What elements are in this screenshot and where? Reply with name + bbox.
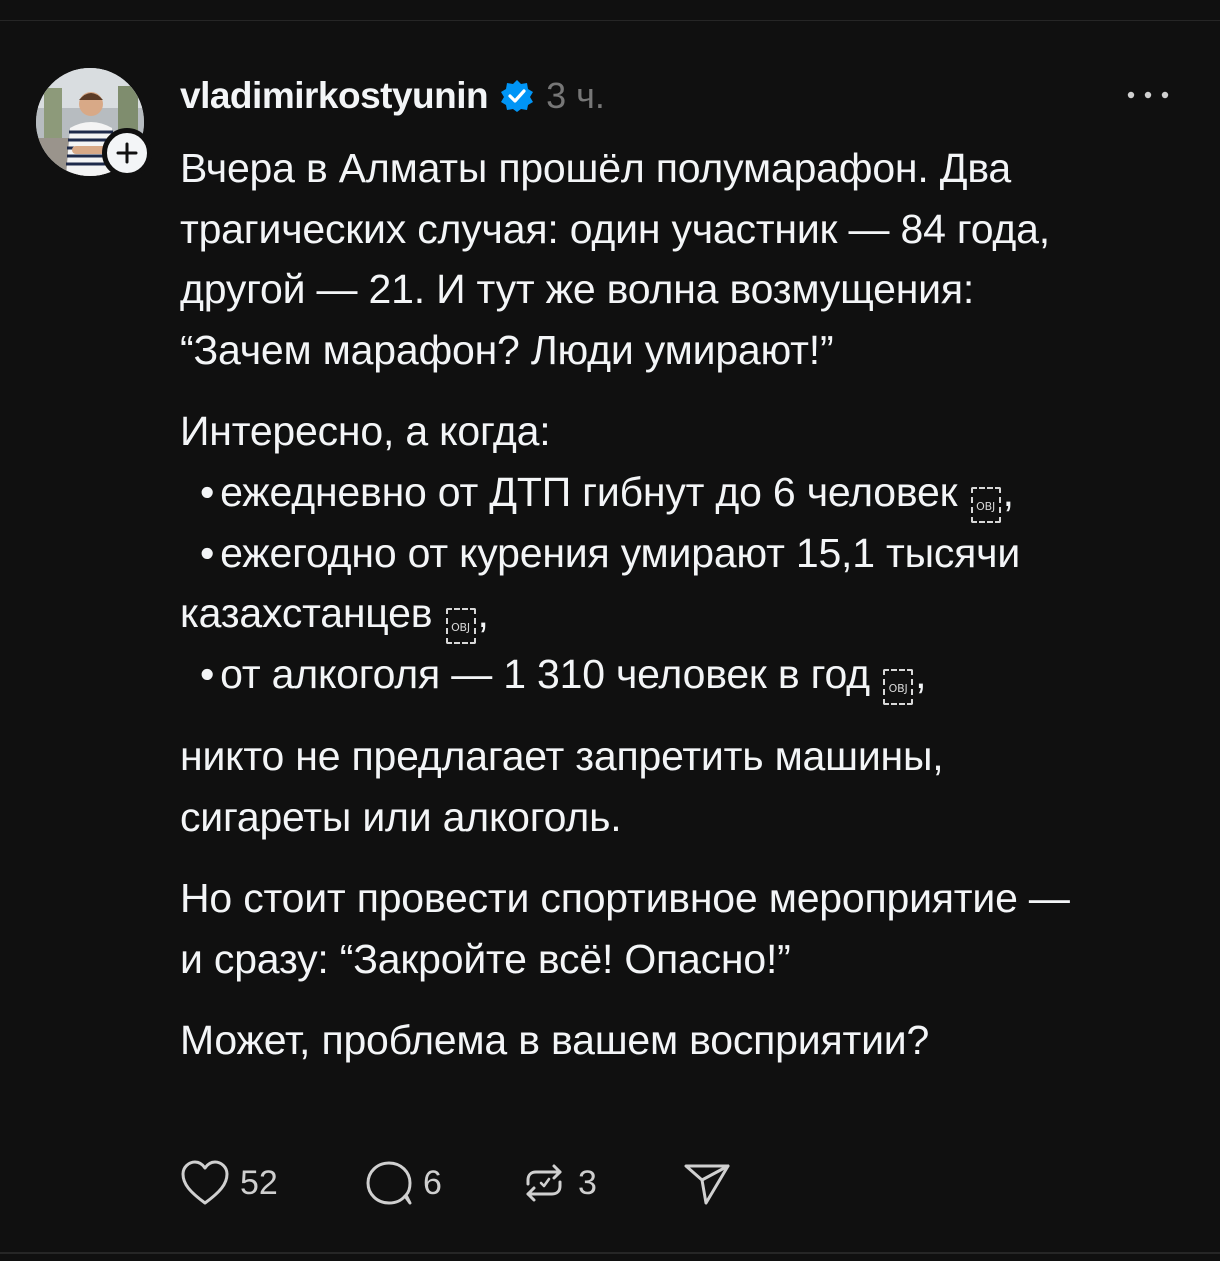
comment-bubble-icon <box>366 1161 412 1205</box>
top-divider <box>0 20 1220 21</box>
post-time: 3 ч. <box>546 75 605 116</box>
text-line: трагических случая: один участник — 84 г… <box>180 205 1050 252</box>
like-button[interactable]: 52 <box>180 1160 365 1206</box>
bullet-item: • от алкоголя — 1 310 человек в год OBJ, <box>180 644 1190 705</box>
paragraph-4: Но стоит провести спортивное мероприятие… <box>180 868 1190 989</box>
avatar-container[interactable] <box>36 68 152 178</box>
comma: , <box>1002 468 1014 515</box>
text-line: другой — 21. И тут же волна возмущения: <box>180 266 975 312</box>
text-line: “Зачем марафон? Люди умирают!” <box>180 326 834 373</box>
comma: , <box>915 651 927 697</box>
bullet-text: от алкоголя — 1 310 человек в год <box>220 651 870 697</box>
action-bar: 52 6 3 <box>180 1158 732 1208</box>
bullet-item: • ежегодно от курения умирают 15,1 тысячи <box>180 523 1190 584</box>
repost-count: 3 <box>578 1163 597 1202</box>
text-line: Вчера в Алматы прошёл полумарафон. Два <box>180 145 1012 191</box>
heart-icon <box>181 1160 229 1205</box>
paragraph-1: Вчера в Алматы прошёл полумарафон. Два т… <box>180 138 1190 380</box>
more-dots-icon <box>1127 91 1169 99</box>
missing-emoji-icon: OBJ <box>445 608 476 644</box>
bullet-dot: • <box>200 529 215 576</box>
reply-count: 6 <box>423 1163 442 1202</box>
paragraph-3: никто не предлагает запретить машины, си… <box>180 726 1190 847</box>
plus-icon <box>116 142 138 164</box>
bullet-dot: • <box>200 651 215 697</box>
repost-icon <box>526 1164 562 1202</box>
missing-emoji-icon: OBJ <box>883 669 914 705</box>
text-line: Может, проблема в вашем восприятии? <box>180 1017 930 1063</box>
more-options-button[interactable] <box>1124 80 1172 110</box>
post-body: Вчера в Алматы прошёл полумарафон. Два т… <box>180 138 1190 1071</box>
bullet-dot: • <box>200 468 215 515</box>
bullet-text: ежедневно от ДТП гибнут до 6 человек <box>220 468 958 515</box>
follow-button[interactable] <box>102 128 152 178</box>
username[interactable]: vladimirkostyunin <box>180 75 489 117</box>
send-icon <box>684 1164 730 1205</box>
text-line: казахстанцев OBJ, <box>180 583 1190 644</box>
paragraph-2: Интересно, а когда: • ежедневно от ДТП ги… <box>180 401 1190 705</box>
verified-badge-icon <box>500 79 534 113</box>
missing-emoji-icon: OBJ <box>970 486 1001 523</box>
reply-button[interactable]: 6 <box>365 1160 520 1206</box>
text-line: никто не предлагает запретить машины, <box>180 733 944 779</box>
text-line: сигареты или алкоголь. <box>180 793 622 840</box>
post-header: vladimirkostyunin 3 ч. <box>180 70 605 122</box>
bullet-text-continued: казахстанцев <box>180 590 433 636</box>
repost-button[interactable]: 3 <box>520 1160 682 1206</box>
bottom-divider <box>0 1252 1220 1254</box>
text-line: Интересно, а когда: <box>180 408 551 454</box>
text-line: Но стоит провести спортивное мероприятие… <box>180 875 1070 921</box>
bullet-item: • ежедневно от ДТП гибнут до 6 человек OB… <box>180 462 1190 523</box>
share-button[interactable] <box>682 1160 732 1206</box>
bullet-text: ежегодно от курения умирают 15,1 тысячи <box>220 529 1021 576</box>
paragraph-5: Может, проблема в вашем восприятии? <box>180 1010 1190 1071</box>
text-line: и сразу: “Закройте всё! Опасно!” <box>180 935 791 982</box>
like-count: 52 <box>240 1163 278 1202</box>
comma: , <box>477 590 489 636</box>
